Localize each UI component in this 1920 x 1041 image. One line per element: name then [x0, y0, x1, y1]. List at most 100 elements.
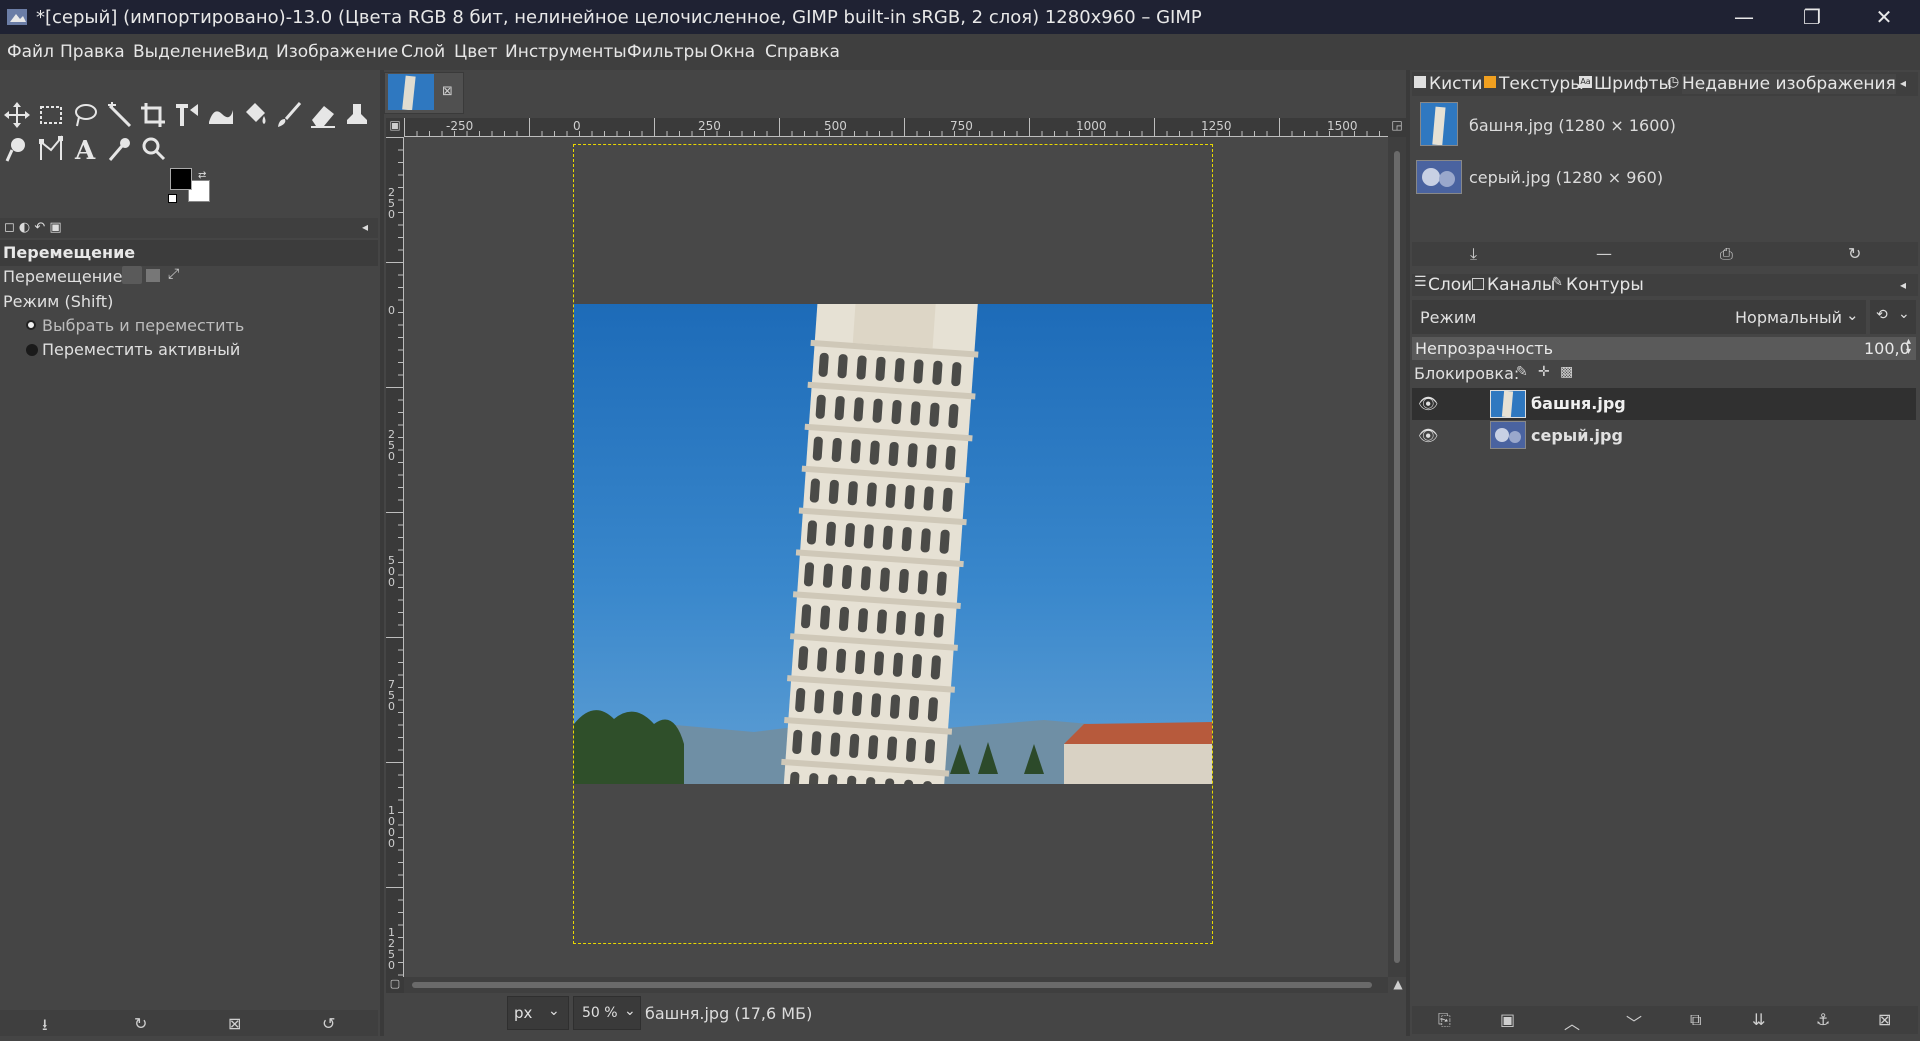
layer-row-selected[interactable]: [1412, 388, 1916, 420]
horizontal-ruler[interactable]: -250 0 250 500 750 1000 1250 1500: [404, 118, 1388, 137]
merge-layer-icon[interactable]: ⇊: [1752, 1010, 1765, 1029]
image-canvas[interactable]: [574, 304, 1212, 784]
duplicate-layer-icon[interactable]: ⧉: [1690, 1010, 1701, 1030]
eye-icon[interactable]: 👁: [1418, 394, 1438, 413]
lock-pixels-icon[interactable]: ✎: [1516, 364, 1528, 380]
lasso-tool-icon[interactable]: [70, 100, 100, 130]
mode-value: Нормальный: [1735, 308, 1842, 327]
menu-edit[interactable]: Правка: [60, 42, 125, 62]
menu-filters[interactable]: Фильтры: [627, 42, 708, 62]
bucket-fill-tool-icon[interactable]: [240, 100, 270, 130]
anchor-layer-icon[interactable]: ⚓: [1816, 1010, 1830, 1029]
horizontal-scroll-thumb[interactable]: [412, 982, 1372, 988]
zoom-tool-icon[interactable]: [138, 134, 168, 164]
fuzzy-select-tool-icon[interactable]: [104, 100, 134, 130]
text-tool-icon[interactable]: A: [70, 134, 100, 166]
navigate-image-icon[interactable]: ▲: [1390, 977, 1406, 993]
minimize-button[interactable]: —: [1716, 0, 1772, 34]
recent-item-label[interactable]: серый.jpg (1280 × 960): [1469, 168, 1663, 187]
move-tool-icon[interactable]: [2, 100, 32, 130]
lower-layer-icon[interactable]: ﹀: [1626, 1010, 1642, 1034]
unified-transform-tool-icon[interactable]: [172, 100, 202, 130]
menu-view[interactable]: Вид: [234, 42, 268, 62]
zoom-image-when-resize-icon[interactable]: ◲: [1388, 118, 1406, 137]
menu-tools[interactable]: Инструменты: [505, 42, 627, 62]
menu-layer[interactable]: Слой: [401, 42, 445, 62]
navigate-icon[interactable]: ▢: [386, 977, 404, 993]
rect-select-tool-icon[interactable]: [36, 100, 66, 130]
menu-help[interactable]: Справка: [765, 42, 840, 62]
paths-tool-icon[interactable]: [36, 134, 66, 164]
horizontal-scrollbar[interactable]: [404, 977, 1388, 993]
unit-selector[interactable]: px ⌄: [507, 996, 569, 1030]
recent-item-label[interactable]: башня.jpg (1280 × 1600): [1469, 116, 1676, 135]
color-picker-tool-icon[interactable]: [104, 134, 134, 164]
tab-recent-images[interactable]: Недавние изображения: [1682, 74, 1896, 94]
move-layer-toggle[interactable]: [122, 266, 142, 284]
print-icon[interactable]: ⎙: [1720, 244, 1733, 264]
tab-paths[interactable]: Контуры: [1566, 275, 1644, 295]
move-selection-toggle[interactable]: [146, 269, 160, 282]
eraser-tool-icon[interactable]: [308, 100, 338, 130]
tab-channels[interactable]: Каналы: [1487, 275, 1555, 295]
layer-name[interactable]: серый.jpg: [1531, 426, 1623, 445]
vertical-scroll-thumb[interactable]: [1394, 151, 1400, 963]
tab-brushes[interactable]: Кисти: [1429, 74, 1482, 94]
option-pick-move[interactable]: Выбрать и переместить: [42, 316, 244, 335]
clone-tool-icon[interactable]: [342, 100, 372, 130]
radio-move-active[interactable]: [26, 344, 38, 356]
delete-layer-icon[interactable]: ⊠: [1878, 1010, 1891, 1029]
swap-colors-icon[interactable]: ⇄: [198, 170, 206, 181]
quick-mask-toggle-icon[interactable]: ▣: [386, 118, 404, 137]
maximize-button[interactable]: ❐: [1784, 0, 1840, 34]
lock-position-icon[interactable]: ✛: [1538, 364, 1550, 380]
option-move-active[interactable]: Переместить активный: [42, 340, 240, 359]
vertical-ruler[interactable]: 250 0 250 500 750 1000 1250: [386, 137, 404, 977]
layer-mode-select[interactable]: Режим Нормальный ⌄: [1412, 300, 1866, 334]
recent-thumbnail-grey[interactable]: [1416, 160, 1462, 194]
opacity-slider[interactable]: Непрозрачность 100,0 ▴ ▾: [1412, 337, 1916, 360]
warp-transform-tool-icon[interactable]: [206, 100, 236, 130]
menu-windows[interactable]: Окна: [710, 42, 755, 62]
tool-options-tab-icon[interactable]: ◻ ◐ ↶ ▣: [4, 220, 62, 235]
menu-file[interactable]: Файл: [7, 42, 54, 62]
tab-layers[interactable]: Слои: [1428, 275, 1472, 295]
smudge-tool-icon[interactable]: [2, 134, 32, 164]
tower-arch: [888, 441, 899, 466]
panel-menu-icon[interactable]: ◂: [362, 220, 368, 234]
menu-image[interactable]: Изображение: [276, 42, 398, 62]
tab-fonts[interactable]: Шрифты: [1594, 74, 1672, 94]
foreground-color-swatch[interactable]: [170, 168, 192, 190]
default-colors-icon[interactable]: [168, 194, 177, 203]
delete-tool-preset-icon[interactable]: ⊠: [228, 1014, 241, 1033]
reset-tool-options-icon[interactable]: ↺: [322, 1014, 335, 1033]
paintbrush-tool-icon[interactable]: [274, 100, 304, 130]
tower-arch: [901, 527, 912, 552]
menu-select[interactable]: Выделение: [133, 42, 234, 62]
panel-menu-icon[interactable]: ◂: [1900, 278, 1906, 292]
radio-pick-move[interactable]: [26, 320, 36, 330]
menu-colors[interactable]: Цвет: [454, 42, 498, 62]
composite-mode-button[interactable]: ⟲ ⌄: [1870, 300, 1916, 334]
tab-patterns[interactable]: Текстуры: [1499, 74, 1584, 94]
eye-icon[interactable]: 👁: [1418, 426, 1438, 445]
image-tab-close-icon[interactable]: ⊠: [442, 84, 453, 99]
save-tool-preset-icon[interactable]: ⭳: [42, 1014, 48, 1041]
open-image-icon[interactable]: ⤓: [1470, 244, 1477, 264]
refresh-icon[interactable]: ↻: [1848, 244, 1861, 263]
vertical-scrollbar[interactable]: [1388, 137, 1406, 977]
move-path-toggle[interactable]: ⤢: [168, 266, 179, 282]
zoom-selector[interactable]: 50 % ⌄: [573, 996, 641, 1030]
remove-entry-icon[interactable]: —: [1596, 244, 1612, 263]
crop-tool-icon[interactable]: [138, 100, 168, 130]
new-layer-group-icon[interactable]: ⎘: [1438, 1010, 1451, 1030]
spin-arrows-icon[interactable]: ▴ ▾: [1906, 337, 1911, 357]
new-layer-icon[interactable]: ▣: [1500, 1010, 1515, 1029]
panel-menu-icon[interactable]: ◂: [1900, 76, 1906, 90]
layer-name[interactable]: башня.jpg: [1531, 394, 1626, 413]
recent-thumbnail-tower[interactable]: [1420, 102, 1458, 146]
restore-tool-preset-icon[interactable]: ↻: [134, 1014, 147, 1033]
lock-alpha-icon[interactable]: ▩: [1560, 364, 1573, 380]
close-button[interactable]: ✕: [1856, 0, 1912, 34]
raise-layer-icon[interactable]: ︿: [1564, 1010, 1580, 1034]
